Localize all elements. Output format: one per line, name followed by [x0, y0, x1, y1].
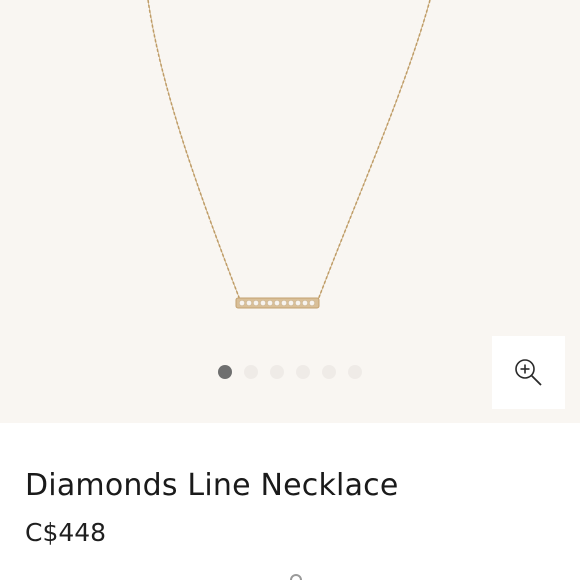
gallery-dot-2[interactable] [244, 365, 258, 379]
product-title: Diamonds Line Necklace [25, 468, 399, 503]
zoom-in-icon [514, 358, 542, 386]
product-page: Diamonds Line Necklace C$448 [0, 0, 580, 580]
gallery-dot-6[interactable] [348, 365, 362, 379]
product-price: C$448 [25, 518, 107, 547]
gallery-dot-5[interactable] [322, 365, 336, 379]
gallery-dot-1[interactable] [218, 365, 232, 379]
zoom-button[interactable] [492, 336, 565, 409]
partial-icon [290, 574, 302, 580]
gallery-dot-4[interactable] [296, 365, 310, 379]
product-info: Diamonds Line Necklace C$448 [0, 423, 580, 580]
gallery-dot-3[interactable] [270, 365, 284, 379]
product-image-gallery[interactable] [0, 0, 580, 423]
gallery-pagination [218, 364, 362, 380]
